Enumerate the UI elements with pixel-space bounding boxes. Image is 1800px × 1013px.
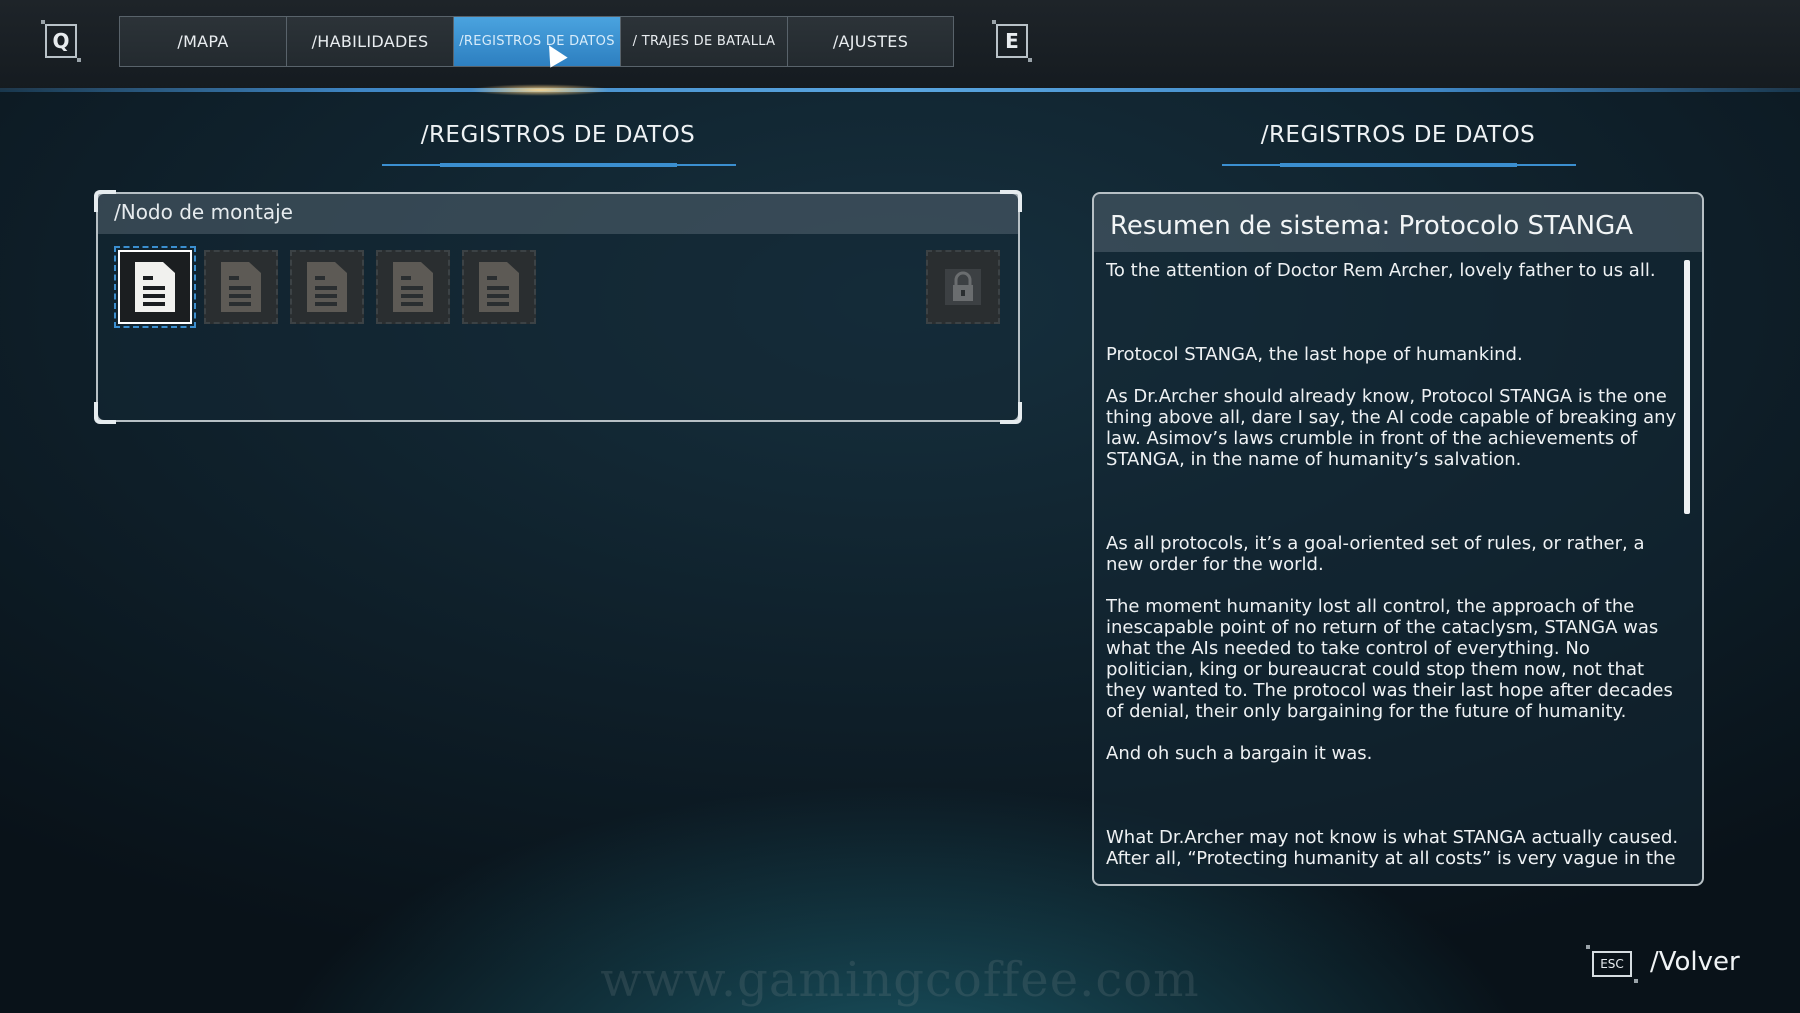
panel-corner-bracket xyxy=(1684,866,1702,884)
document-paragraph: To the attention of Doctor Rem Archer, l… xyxy=(1106,260,1656,281)
tab-mapa-label: /MAPA xyxy=(177,32,229,51)
right-title-underline xyxy=(1222,163,1576,167)
panel-corner-bracket xyxy=(1000,402,1022,424)
assembly-node-title: /Nodo de montaje xyxy=(114,200,293,224)
tab-trajes-de-batalla[interactable]: / TRAJES DE BATALLA xyxy=(620,16,787,67)
tab-habilidades[interactable]: /HABILIDADES xyxy=(286,16,453,67)
esc-key-icon[interactable]: ESC xyxy=(1586,945,1638,983)
tab-ajustes[interactable]: /AJUSTES xyxy=(787,16,954,67)
panel-corner-bracket xyxy=(1094,194,1112,212)
previous-tab-key-q[interactable]: Q xyxy=(41,20,81,62)
top-divider-line xyxy=(0,88,1800,92)
assembly-node-header: /Nodo de montaje xyxy=(98,194,1018,234)
panel-corner-bracket xyxy=(94,402,116,424)
left-section-title: /REGISTROS DE DATOS xyxy=(420,122,696,148)
left-title-underline xyxy=(382,163,736,167)
document-paragraph: As all protocols, it’s a goal-oriented s… xyxy=(1106,533,1645,575)
tab-trajes-label: / TRAJES DE BATALLA xyxy=(632,34,776,49)
data-log-slot-3[interactable] xyxy=(290,250,364,324)
tab-ajustes-label: /AJUSTES xyxy=(832,32,909,51)
assembly-node-panel: /Nodo de montaje xyxy=(94,190,1022,424)
q-key-label: Q xyxy=(52,29,70,53)
document-icon xyxy=(221,262,261,312)
document-title: Resumen de sistema: Protocolo STANGA xyxy=(1110,211,1634,241)
tab-registros-de-datos[interactable]: /REGISTROS DE DATOS xyxy=(453,16,620,67)
document-body[interactable]: To the attention of Doctor Rem Archer, l… xyxy=(1106,260,1680,870)
tab-mapa[interactable]: /MAPA xyxy=(119,16,286,67)
panel-corner-bracket xyxy=(94,190,116,212)
e-key-label: E xyxy=(1005,29,1019,53)
watermark: www.gamingcoffee.com xyxy=(600,952,1200,1008)
next-tab-key-e[interactable]: E xyxy=(992,20,1032,62)
panel-corner-bracket xyxy=(1684,194,1702,212)
document-icon xyxy=(393,262,433,312)
esc-key-label: ESC xyxy=(1600,957,1624,971)
locked-data-log-slot[interactable] xyxy=(926,250,1000,324)
document-paragraph: What Dr.Archer may not know is what STAN… xyxy=(1106,827,1679,869)
document-scrollbar[interactable] xyxy=(1684,260,1690,514)
document-paragraph: As Dr.Archer should already know, Protoc… xyxy=(1106,386,1677,470)
main-tabs: /MAPA /HABILIDADES /REGISTROS DE DATOS /… xyxy=(119,16,954,67)
right-section-title: /REGISTROS DE DATOS xyxy=(1260,122,1536,148)
data-log-slot-5[interactable] xyxy=(462,250,536,324)
document-viewer-panel: Resumen de sistema: Protocolo STANGA To … xyxy=(1092,192,1704,886)
document-icon xyxy=(307,262,347,312)
active-tab-glow xyxy=(470,84,610,96)
document-icon xyxy=(135,262,175,312)
document-icon xyxy=(479,262,519,312)
back-button[interactable]: /Volver xyxy=(1650,947,1740,977)
document-paragraph: The moment humanity lost all control, th… xyxy=(1106,596,1673,722)
document-paragraph: And oh such a bargain it was. xyxy=(1106,743,1373,764)
document-title-bar: Resumen de sistema: Protocolo STANGA xyxy=(1094,194,1702,252)
data-log-slot-1[interactable] xyxy=(114,246,196,328)
tab-registros-label: /REGISTROS DE DATOS xyxy=(459,34,615,49)
data-log-slot-4[interactable] xyxy=(376,250,450,324)
panel-corner-bracket xyxy=(1094,866,1112,884)
panel-corner-bracket xyxy=(1000,190,1022,212)
document-paragraph: Protocol STANGA, the last hope of humank… xyxy=(1106,344,1523,365)
data-log-slot-2[interactable] xyxy=(204,250,278,324)
lock-icon xyxy=(945,269,981,305)
tab-habilidades-label: /HABILIDADES xyxy=(311,32,429,51)
